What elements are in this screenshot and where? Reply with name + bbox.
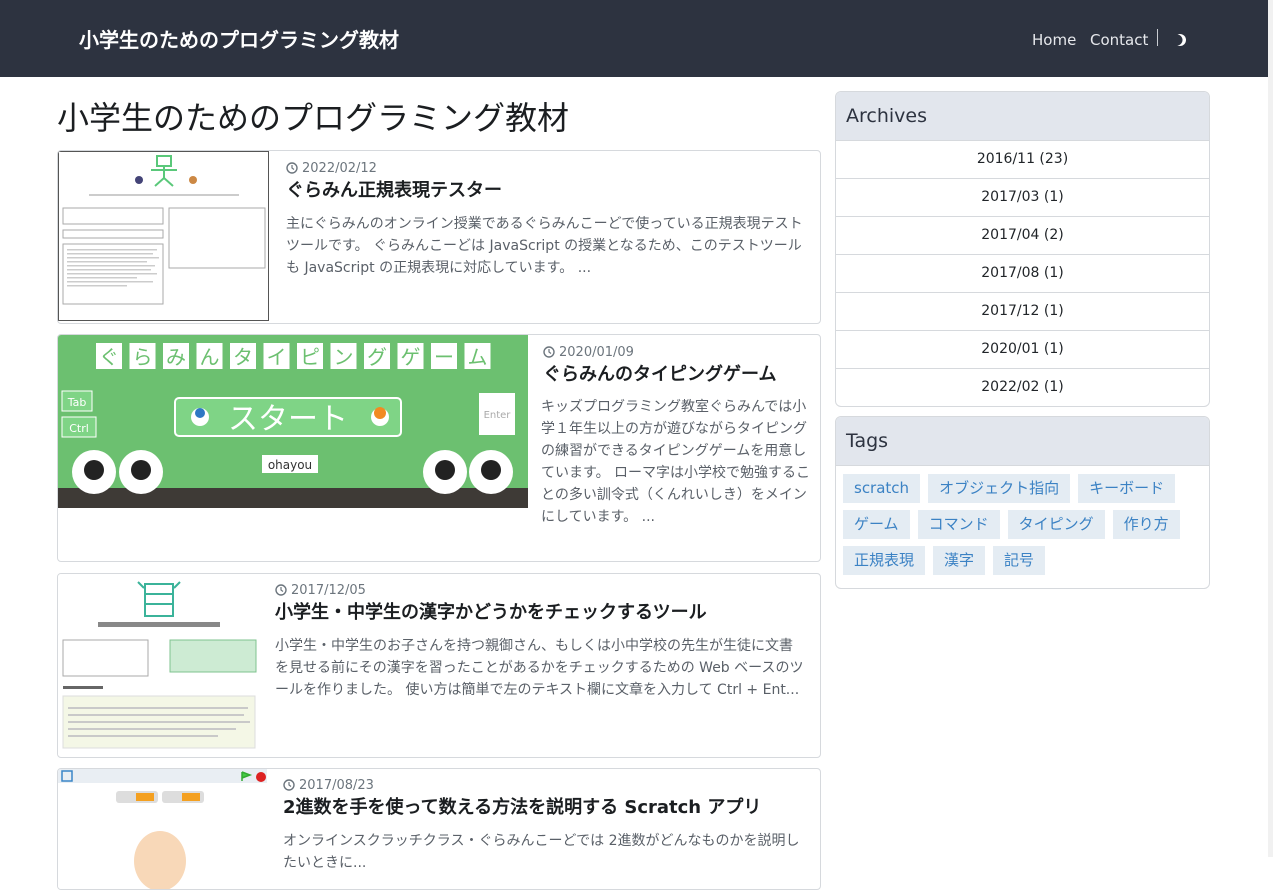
post-excerpt: 主にぐらみんのオンライン授業であるぐらみんこーどで使っている正規表現テストツール… (286, 216, 803, 276)
archive-link[interactable]: 2017/04 (2) (836, 217, 1209, 255)
banner-char: グ (367, 345, 387, 369)
post-title[interactable]: 小学生・中学生の漢字かどうかをチェックするツール (275, 600, 707, 626)
enter-key-label: Enter (484, 410, 512, 421)
post-title[interactable]: ぐらみんのタイピングゲーム (543, 362, 776, 388)
tags-title: Tags (836, 417, 1209, 466)
post-title[interactable]: ぐらみん正規表現テスター (286, 178, 502, 204)
post-card[interactable]: 2022/02/12 ぐらみん正規表現テスター 主にぐらみんのオンライン授業であ… (57, 150, 821, 324)
tag-link[interactable]: オブジェクト指向 (928, 474, 1071, 503)
post-date: 2017/12/05 (275, 582, 366, 600)
post-date: 2017/08/23 (283, 777, 374, 795)
tab-key-label: Tab (67, 396, 87, 409)
archive-link[interactable]: 2017/12 (1) (836, 293, 1209, 331)
post-date: 2020/01/09 (543, 344, 634, 362)
clock-icon (286, 162, 298, 174)
page-title: 小学生のためのプログラミング教材 (57, 99, 570, 137)
archive-link[interactable]: 2016/11 (23) (836, 141, 1209, 179)
tag-link[interactable]: 記号 (993, 546, 1046, 575)
banner-char: タ (233, 345, 253, 369)
banner-char: ぐ (99, 345, 119, 369)
post-excerpt: キッズプログラミング教室ぐらみんでは小学１年生以上の方が遊びながらタイピングの練… (541, 399, 811, 525)
post-thumbnail: ぐらみんタイピングゲーム スタート Tab Ctrl Enter ohayou (58, 335, 528, 508)
nav-home-link[interactable]: Home (1032, 30, 1076, 50)
archive-link[interactable]: 2020/01 (1) (836, 331, 1209, 369)
start-button-label: スタート (228, 402, 348, 437)
banner-char: ん (200, 345, 220, 369)
banner-char: ピ (300, 345, 320, 369)
clock-icon (275, 584, 287, 596)
tag-link[interactable]: 漢字 (933, 546, 986, 575)
tag-link[interactable]: scratch (843, 474, 921, 503)
banner-char: イ (267, 345, 287, 369)
archives-list: 2016/11 (23) 2017/03 (1) 2017/04 (2) 2017/0… (836, 141, 1209, 406)
post-date-text: 2017/08/23 (299, 778, 374, 793)
ctrl-key-label: Ctrl (69, 422, 89, 435)
typing-word: ohayou (268, 458, 312, 472)
banner-char: ら (133, 345, 153, 369)
banner-char: み (166, 345, 186, 369)
moon-icon (1171, 34, 1186, 46)
nav-contact-link[interactable]: Contact (1090, 30, 1148, 50)
post-thumbnail (58, 151, 269, 321)
banner-char: ゲ (401, 345, 421, 369)
tag-link[interactable]: 作り方 (1112, 510, 1180, 539)
post-thumbnail (58, 574, 260, 755)
post-card[interactable]: ぐらみんタイピングゲーム スタート Tab Ctrl Enter ohayou … (57, 334, 821, 562)
tags-list: scratch オブジェクト指向 キーボードゲーム コマンド タイピング 作り方正規表現漢… (836, 466, 1209, 582)
scrollbar[interactable] (1268, 0, 1273, 857)
tag-link[interactable]: 正規表現 (843, 546, 926, 575)
banner-char: ム (468, 345, 488, 369)
tags-widget: Tags scratch オブジェクト指向 キーボードゲーム コマンド タイピング 作り方… (835, 416, 1210, 589)
banner-char: ー (434, 345, 454, 369)
clock-icon (283, 779, 295, 791)
banner-char: ン (334, 345, 354, 369)
archives-title: Archives (836, 92, 1209, 141)
post-date-text: 2017/12/05 (291, 583, 366, 598)
tag-link[interactable]: タイピング (1007, 510, 1105, 539)
nav-divider (1157, 29, 1158, 46)
post-thumbnail (58, 769, 267, 889)
post-title[interactable]: 2進数を手を使って数える方法を説明する Scratch アプリ (283, 795, 761, 821)
archives-widget: Archives 2016/11 (23) 2017/03 (1) 2017/04 … (835, 91, 1210, 407)
post-card[interactable]: 2017/08/23 2進数を手を使って数える方法を説明する Scratch ア… (57, 768, 821, 890)
navbar: 小学生のためのプログラミング教材 Home Contact (0, 0, 1268, 77)
archive-link[interactable]: 2022/02 (1) (836, 369, 1209, 406)
tag-link[interactable]: ゲーム (843, 510, 910, 539)
archive-link[interactable]: 2017/08 (1) (836, 255, 1209, 293)
post-date-text: 2020/01/09 (559, 345, 634, 360)
post-excerpt: 小学生・中学生のお子さんを持つ親御さん、もしくは小中学校の先生が生徒に文書を見せ… (275, 638, 804, 698)
clock-icon (543, 346, 555, 358)
post-date: 2022/02/12 (286, 160, 377, 178)
post-excerpt: オンラインスクラッチクラス・ぐらみんこーどでは 2進数がどんなものかを説明したい… (283, 833, 800, 871)
post-card[interactable]: 2017/12/05 小学生・中学生の漢字かどうかをチェックするツール 小学生・… (57, 573, 821, 758)
tag-link[interactable]: コマンド (917, 510, 1000, 539)
post-date-text: 2022/02/12 (302, 161, 377, 176)
archive-link[interactable]: 2017/03 (1) (836, 179, 1209, 217)
tag-link[interactable]: キーボード (1078, 474, 1176, 503)
site-brand[interactable]: 小学生のためのプログラミング教材 (79, 26, 399, 54)
theme-toggle-button[interactable] (1170, 30, 1190, 50)
